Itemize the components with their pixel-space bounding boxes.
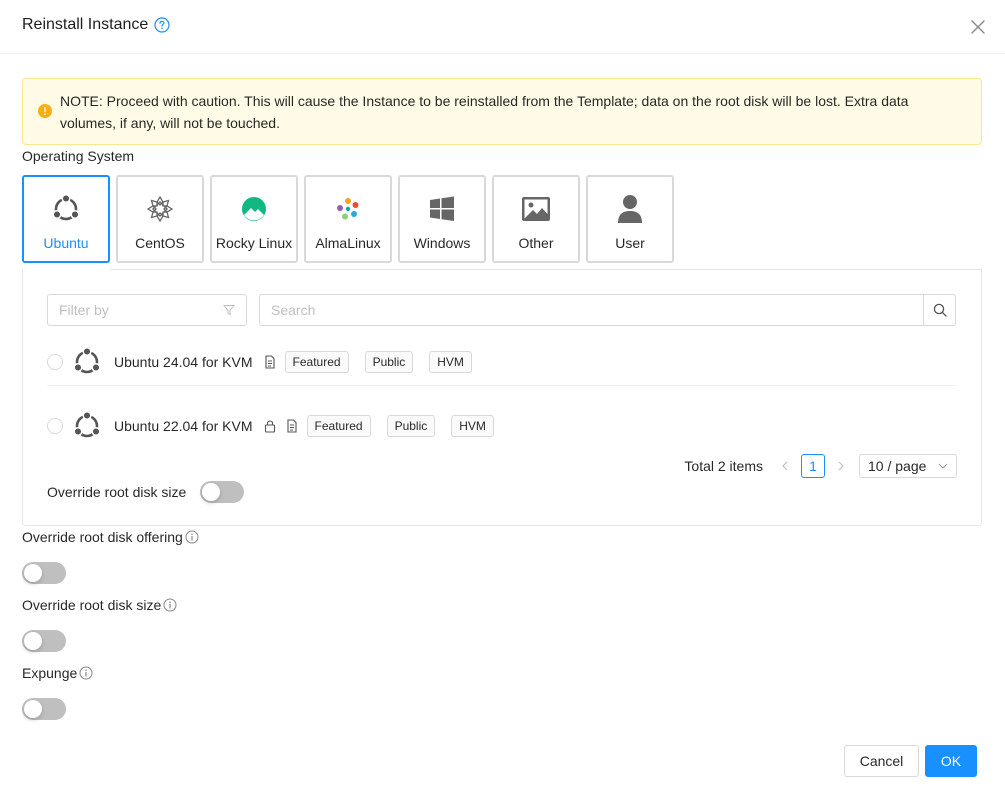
info-icon[interactable] bbox=[79, 666, 93, 680]
template-name: Ubuntu 24.04 for KVM bbox=[114, 353, 253, 370]
expunge-text: Expunge bbox=[22, 665, 78, 681]
chevron-left-icon bbox=[782, 461, 788, 471]
os-option-label: User bbox=[615, 235, 645, 251]
image-icon bbox=[522, 197, 550, 221]
pagination-next[interactable] bbox=[833, 454, 849, 478]
search-button[interactable] bbox=[923, 295, 955, 325]
search-icon bbox=[933, 303, 947, 317]
rocky-linux-icon bbox=[242, 197, 266, 221]
pagination-prev[interactable] bbox=[777, 454, 793, 478]
os-option-user[interactable]: User bbox=[586, 175, 674, 263]
tag-hvm: HVM bbox=[451, 415, 494, 437]
inner-override-switch[interactable] bbox=[200, 481, 245, 503]
override-size-switch[interactable] bbox=[22, 630, 66, 652]
tag-hvm: HVM bbox=[429, 350, 472, 373]
template-radio[interactable] bbox=[47, 353, 63, 370]
filter-placeholder: Filter by bbox=[59, 302, 109, 318]
tag-public: Public bbox=[386, 415, 436, 437]
os-option-almalinux[interactable]: AlmaLinux bbox=[304, 175, 392, 263]
warning-icon bbox=[38, 104, 52, 118]
os-label: Operating System bbox=[22, 148, 135, 164]
ubuntu-icon bbox=[52, 193, 80, 221]
chevron-down-icon bbox=[938, 463, 948, 469]
file-icon bbox=[264, 354, 275, 369]
chevron-right-icon bbox=[838, 461, 844, 471]
pagination-total: Total 2 items bbox=[684, 458, 763, 474]
os-option-label: Other bbox=[518, 235, 554, 251]
search-input[interactable] bbox=[260, 295, 923, 325]
tag-featured: Featured bbox=[284, 350, 349, 373]
os-option-rocky-linux[interactable]: Rocky Linux bbox=[210, 175, 298, 263]
help-icon[interactable] bbox=[154, 17, 170, 33]
override-offering-text: Override root disk offering bbox=[22, 529, 183, 545]
lock-icon bbox=[264, 420, 275, 433]
pagination-page[interactable]: 1 bbox=[801, 454, 825, 478]
windows-icon bbox=[430, 196, 454, 221]
filter-icon bbox=[223, 305, 235, 316]
info-icon[interactable] bbox=[163, 598, 177, 612]
file-icon bbox=[286, 419, 297, 433]
expunge-label: Expunge bbox=[22, 665, 93, 681]
os-option-label: Windows bbox=[413, 235, 471, 251]
ubuntu-icon bbox=[73, 346, 101, 373]
os-selector: Ubuntu CentOS Rocky Linux AlmaLinux Wind… bbox=[22, 175, 674, 263]
warning-text: NOTE: Proceed with caution. This will ca… bbox=[60, 93, 909, 131]
inner-override-label: Override root disk size bbox=[47, 484, 187, 500]
override-offering-switch[interactable] bbox=[22, 562, 66, 584]
filter-select[interactable]: Filter by bbox=[47, 294, 247, 326]
expunge-switch[interactable] bbox=[22, 698, 66, 720]
os-option-ubuntu[interactable]: Ubuntu bbox=[22, 175, 110, 263]
os-option-label: AlmaLinux bbox=[315, 235, 381, 251]
close-icon[interactable] bbox=[969, 18, 987, 36]
os-option-label: Ubuntu bbox=[43, 235, 89, 251]
user-icon bbox=[618, 195, 642, 223]
almalinux-icon bbox=[337, 198, 359, 220]
dialog-title-text: Reinstall Instance bbox=[22, 16, 149, 33]
tag-public: Public bbox=[364, 350, 414, 373]
template-radio[interactable] bbox=[47, 418, 63, 434]
page-size-value: 10 / page bbox=[868, 458, 927, 474]
template-name: Ubuntu 22.04 for KVM bbox=[114, 418, 253, 434]
override-size-text: Override root disk size bbox=[22, 597, 162, 613]
ok-button[interactable]: OK bbox=[925, 745, 977, 777]
dialog-header: Reinstall Instance bbox=[0, 0, 1005, 54]
os-option-other[interactable]: Other bbox=[492, 175, 580, 263]
override-offering-label: Override root disk offering bbox=[22, 529, 199, 545]
cancel-button[interactable]: Cancel bbox=[844, 745, 919, 777]
template-row[interactable]: Ubuntu 22.04 for KVM Featured Public HVM bbox=[47, 402, 957, 450]
override-size-label: Override root disk size bbox=[22, 597, 177, 613]
inner-override-root-disk-size: Override root disk size bbox=[47, 481, 245, 503]
template-row[interactable]: Ubuntu 24.04 for KVM Featured Public HVM bbox=[47, 338, 957, 386]
os-option-label: CentOS bbox=[135, 235, 185, 251]
centos-icon bbox=[146, 195, 174, 223]
os-option-windows[interactable]: Windows bbox=[398, 175, 486, 263]
search-box bbox=[259, 294, 956, 326]
os-option-centos[interactable]: CentOS bbox=[116, 175, 204, 263]
info-icon[interactable] bbox=[185, 530, 199, 544]
ubuntu-icon bbox=[73, 410, 101, 438]
dialog-title: Reinstall Instance bbox=[22, 16, 170, 34]
warning-alert: NOTE: Proceed with caution. This will ca… bbox=[22, 78, 982, 145]
page-size-select[interactable]: 10 / page bbox=[859, 454, 957, 478]
pagination: Total 2 items 1 10 / page bbox=[684, 454, 957, 478]
os-option-label: Rocky Linux bbox=[215, 235, 293, 251]
tag-featured: Featured bbox=[306, 415, 371, 437]
